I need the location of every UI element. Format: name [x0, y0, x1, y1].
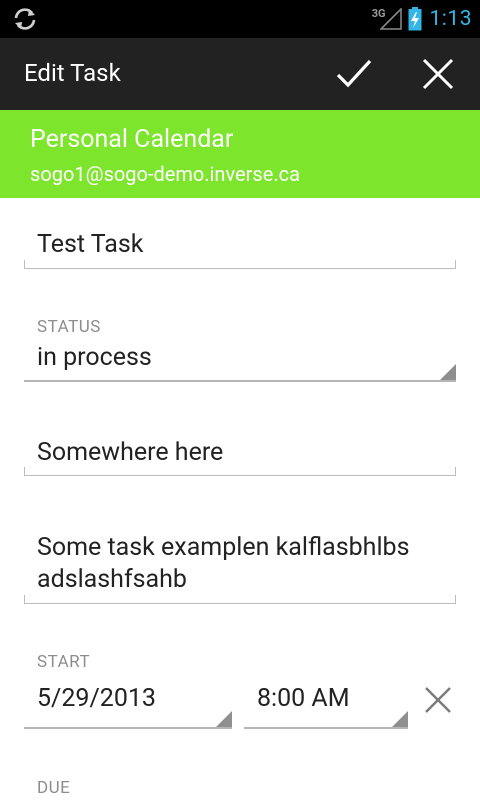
- clear-start-button[interactable]: [416, 678, 460, 722]
- calendar-selector[interactable]: Personal Calendar sogo1@sogo-demo.invers…: [0, 110, 480, 198]
- title-field[interactable]: Test Task: [37, 230, 143, 259]
- status-label: STATUS: [37, 317, 101, 337]
- close-icon: [422, 58, 454, 90]
- action-bar: Edit Task: [0, 38, 480, 110]
- dropdown-arrow-icon: [216, 711, 232, 727]
- sync-icon: [14, 8, 36, 30]
- dropdown-arrow-icon: [440, 364, 456, 380]
- status-spinner[interactable]: in process: [37, 343, 152, 372]
- page-title: Edit Task: [24, 59, 121, 87]
- signal-icon: [379, 8, 402, 30]
- due-label: DUE: [37, 778, 71, 798]
- start-label: START: [37, 652, 91, 672]
- discard-button[interactable]: [402, 38, 474, 110]
- start-date-spinner[interactable]: 5/29/2013: [37, 684, 156, 713]
- location-field[interactable]: Somewhere here: [37, 438, 223, 467]
- status-bar: 3G 1:13: [0, 0, 480, 38]
- checkmark-icon: [336, 59, 372, 88]
- start-date-underline: [24, 727, 232, 729]
- calendar-account: sogo1@sogo-demo.inverse.ca: [30, 162, 300, 186]
- calendar-name: Personal Calendar: [30, 125, 234, 154]
- description-line: Some task examplen kalflasbhlbs: [37, 533, 410, 562]
- title-field-underline: [24, 260, 456, 269]
- description-field-underline: [24, 595, 456, 604]
- close-icon: [425, 687, 451, 713]
- done-button[interactable]: [318, 38, 390, 110]
- description-line: adslashfsahb: [37, 565, 187, 594]
- start-time-spinner[interactable]: 8:00 AM: [257, 684, 350, 713]
- status-spinner-underline: [24, 380, 456, 382]
- battery-charging-icon: [408, 7, 421, 31]
- clock: 1:13: [429, 7, 472, 31]
- location-field-underline: [24, 467, 456, 476]
- dropdown-arrow-icon: [392, 711, 408, 727]
- start-time-underline: [244, 727, 408, 729]
